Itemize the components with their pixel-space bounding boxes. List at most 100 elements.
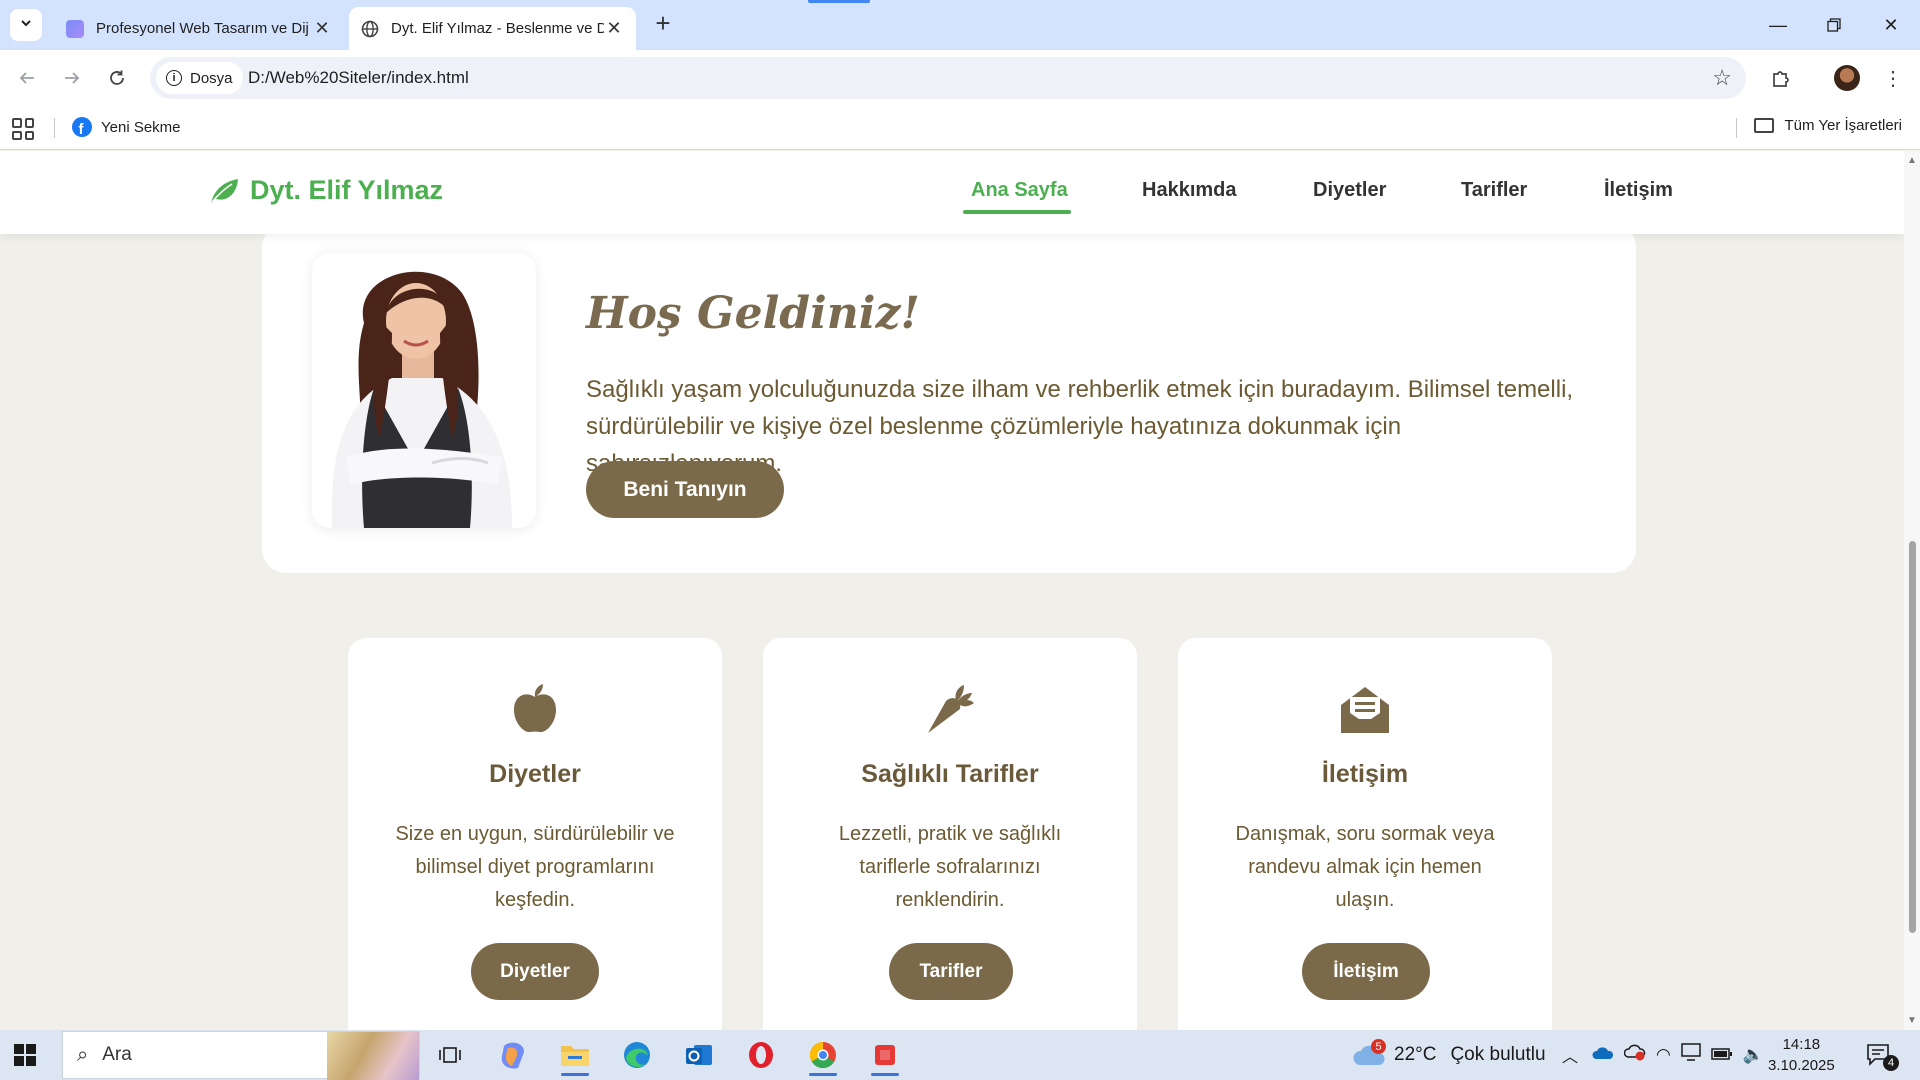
search-highlight-image xyxy=(327,1032,419,1080)
apps-grid-icon[interactable] xyxy=(12,118,34,140)
active-nav-underline xyxy=(963,210,1071,214)
extensions-icon[interactable] xyxy=(1765,62,1797,94)
clock-time: 14:18 xyxy=(1782,1036,1821,1053)
clock-date: 3.10.2025 xyxy=(1768,1057,1835,1074)
site-header: Dyt. Elif Yılmaz Ana Sayfa Hakkımda Diye… xyxy=(0,151,1904,234)
taskbar-search-placeholder: Ara xyxy=(102,1044,132,1065)
scrollbar-thumb[interactable] xyxy=(1909,541,1916,933)
envelope-open-text-icon xyxy=(1178,683,1552,735)
bookmark-star-icon[interactable]: ☆ xyxy=(1712,65,1732,91)
bookmarks-divider xyxy=(54,118,55,138)
edge-browser-icon[interactable] xyxy=(612,1034,662,1076)
card-title: Sağlıklı Tarifler xyxy=(861,760,1039,788)
weather-widget[interactable]: 5 22°C Çok bulutlu xyxy=(1352,1030,1546,1080)
task-view-icon[interactable] xyxy=(425,1034,475,1076)
globe-icon xyxy=(361,20,379,38)
search-icon: ⌕ xyxy=(77,1043,89,1066)
iletisim-button[interactable]: İletişim xyxy=(1302,943,1430,1000)
close-tab-icon[interactable]: ✕ xyxy=(312,18,332,39)
nav-diyetler[interactable]: Diyetler xyxy=(1313,179,1386,202)
tab-title: Dyt. Elif Yılmaz - Beslenme ve D xyxy=(391,20,604,37)
url-text[interactable]: D:/Web%20Siteler/index.html xyxy=(248,68,469,88)
notification-center-button[interactable]: 4 xyxy=(1866,1030,1899,1080)
card-title: İletişim xyxy=(1321,760,1409,788)
bookmark-label: Yeni Sekme xyxy=(101,118,181,136)
tarifler-button[interactable]: Tarifler xyxy=(889,943,1013,1000)
pdf-app-icon[interactable] xyxy=(860,1034,910,1076)
card-text: Danışmak, soru sormak veya randevu almak… xyxy=(1235,823,1495,911)
minimize-window-button[interactable]: — xyxy=(1749,0,1807,50)
address-bar[interactable]: i Dosya D:/Web%20Siteler/index.html ☆ xyxy=(150,57,1746,99)
browser-tab-strip: Profesyonel Web Tasarım ve Dij ✕ Dyt. El… xyxy=(0,0,1920,50)
close-window-button[interactable]: ✕ xyxy=(1862,0,1920,50)
apple-icon xyxy=(348,683,722,733)
reload-icon xyxy=(110,70,124,85)
card-title: Diyetler xyxy=(489,760,581,788)
card-saglikli-tarifler: Sağlıklı Tarifler Lezzetli, pratik ve sa… xyxy=(763,638,1137,1030)
bookmarks-divider xyxy=(1736,118,1737,138)
welcome-heading: Hoş Geldiniz! xyxy=(586,288,920,339)
restore-window-button[interactable] xyxy=(1805,0,1863,50)
close-tab-icon[interactable]: ✕ xyxy=(604,18,624,39)
get-to-know-me-button[interactable]: Beni Tanıyın xyxy=(586,461,784,518)
nav-hakkimda[interactable]: Hakkımda xyxy=(1142,179,1237,202)
copilot-icon[interactable] xyxy=(488,1034,538,1076)
browser-toolbar: i Dosya D:/Web%20Siteler/index.html ☆ ⋮ xyxy=(0,50,1920,106)
arrow-left-icon xyxy=(19,72,34,84)
taskbar-search[interactable]: ⌕ Ara xyxy=(62,1031,420,1080)
battery-icon[interactable] xyxy=(1711,1044,1733,1066)
tab-loading-indicator xyxy=(808,0,870,3)
browser-tab-active[interactable]: Dyt. Elif Yılmaz - Beslenme ve D ✕ xyxy=(349,7,636,50)
forward-button[interactable] xyxy=(56,62,88,94)
card-text: Lezzetli, pratik ve sağlıklı tariflerle … xyxy=(838,823,1062,911)
chevron-down-icon xyxy=(19,16,33,35)
windows-start-icon[interactable] xyxy=(14,1044,36,1066)
outlook-icon[interactable] xyxy=(674,1034,724,1076)
scroll-down-arrow-icon[interactable]: ▼ xyxy=(1907,1015,1917,1026)
tray-icons: ︿ ◠ 🔈 xyxy=(1562,1030,1764,1080)
back-button[interactable] xyxy=(11,62,43,94)
browser-tab-inactive[interactable]: Profesyonel Web Tasarım ve Dij ✕ xyxy=(54,7,344,50)
tab-title: Profesyonel Web Tasarım ve Dij xyxy=(96,20,309,37)
arrow-right-icon xyxy=(65,72,80,84)
bookmark-yeni-sekme[interactable]: f Yeni Sekme xyxy=(72,117,181,137)
display-icon[interactable] xyxy=(1681,1043,1701,1067)
folder-icon xyxy=(1754,118,1775,133)
site-info-chip[interactable]: i Dosya xyxy=(156,62,243,94)
nav-tarifler[interactable]: Tarifler xyxy=(1461,179,1527,202)
card-diyetler: Diyetler Size en uygun, sürdürülebilir v… xyxy=(348,638,722,1030)
carrot-icon xyxy=(763,683,1137,735)
wifi-icon[interactable]: ◠ xyxy=(1656,1045,1671,1065)
facebook-icon: f xyxy=(72,117,92,137)
chevron-up-icon[interactable]: ︿ xyxy=(1562,1043,1578,1067)
nav-iletisim[interactable]: İletişim xyxy=(1604,179,1673,202)
bookmarks-bar: f Yeni Sekme Tüm Yer İşaretleri xyxy=(0,106,1920,150)
onedrive-icon[interactable] xyxy=(1592,1044,1614,1066)
reload-button[interactable] xyxy=(101,62,133,94)
page-scrollbar[interactable]: ▲ ▼ xyxy=(1904,151,1920,1030)
weather-temp: 22°C xyxy=(1394,1044,1437,1065)
new-tab-button[interactable]: + xyxy=(648,9,678,39)
card-text: Size en uygun, sürdürülebilir ve bilimse… xyxy=(395,823,675,911)
file-explorer-icon[interactable] xyxy=(550,1034,600,1076)
taskbar-clock[interactable]: 14:18 3.10.2025 xyxy=(1768,1034,1835,1076)
windows-taskbar: ⌕ Ara 5 22°C Çok bulutlu ︿ ◠ 🔈 14:18 3.1… xyxy=(0,1030,1920,1080)
card-iletisim: İletişim Danışmak, soru sormak veya rand… xyxy=(1178,638,1552,1030)
profile-avatar[interactable] xyxy=(1831,62,1863,94)
info-icon: i xyxy=(166,70,182,86)
leaf-icon xyxy=(211,178,238,203)
all-bookmarks-button[interactable]: Tüm Yer İşaretleri xyxy=(1754,117,1902,134)
brand-name: Dyt. Elif Yılmaz xyxy=(250,175,444,205)
menu-kebab-icon[interactable]: ⋮ xyxy=(1877,62,1909,94)
chrome-icon[interactable] xyxy=(798,1034,848,1076)
weather-condition: Çok bulutlu xyxy=(1450,1044,1546,1065)
diyetler-button[interactable]: Diyetler xyxy=(471,943,599,1000)
nav-ana-sayfa[interactable]: Ana Sayfa xyxy=(971,179,1068,202)
tab-search-button[interactable] xyxy=(10,9,42,41)
scroll-up-arrow-icon[interactable]: ▲ xyxy=(1907,155,1917,166)
cloud-sync-error-icon[interactable] xyxy=(1623,1043,1646,1067)
site-logo[interactable]: Dyt. Elif Yılmaz xyxy=(208,175,443,206)
speaker-icon[interactable]: 🔈 xyxy=(1743,1045,1764,1065)
opera-icon[interactable] xyxy=(736,1034,786,1076)
site-favicon-icon xyxy=(66,19,84,38)
